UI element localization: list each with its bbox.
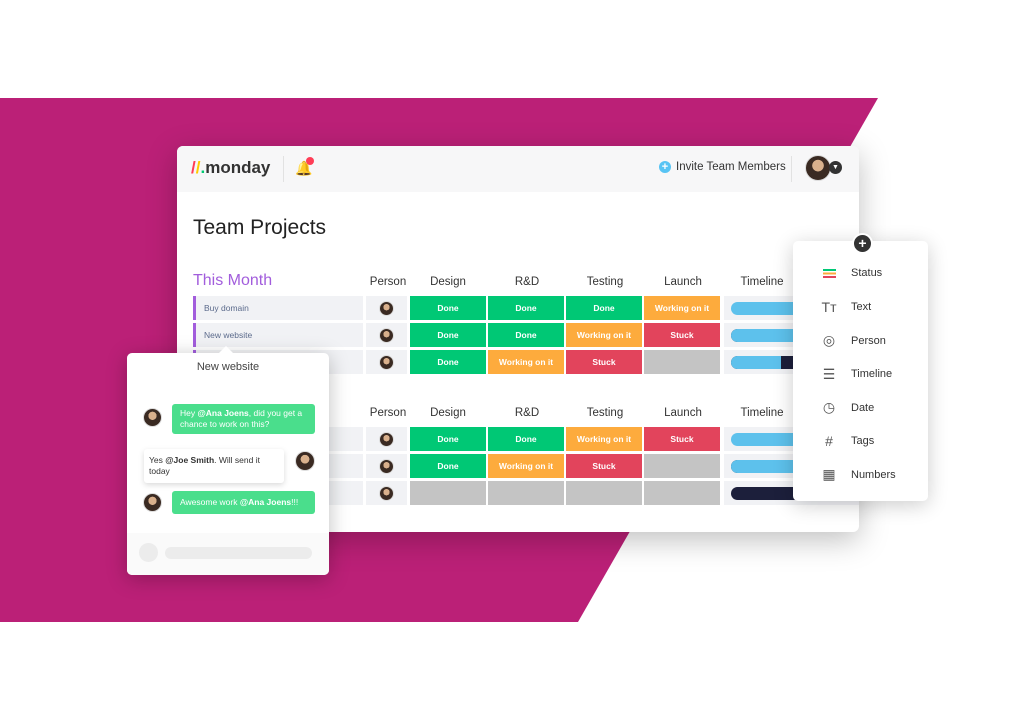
timeline-progress: [731, 459, 803, 473]
menu-item-label: Timeline: [851, 368, 893, 380]
menu-item-person[interactable]: ◎ Person: [821, 332, 886, 349]
menu-item-label: Status: [851, 267, 883, 279]
chat-title: New website: [196, 361, 260, 373]
person-cell[interactable]: [366, 454, 407, 478]
person-cell[interactable]: [366, 481, 407, 505]
avatar: [379, 300, 394, 316]
status-cell[interactable]: Working on it: [644, 296, 720, 320]
status-cell[interactable]: Done: [488, 296, 564, 320]
status-cell[interactable]: Working on it: [566, 427, 642, 451]
status-cell[interactable]: [566, 481, 642, 505]
avatar: [143, 408, 162, 427]
column-header[interactable]: Testing: [567, 407, 643, 419]
timeline-progress: [731, 355, 781, 369]
status-cell[interactable]: Done: [410, 323, 486, 347]
menu-item-label: Person: [851, 334, 886, 347]
status-cell[interactable]: Stuck: [566, 454, 642, 478]
person-cell[interactable]: [366, 350, 407, 374]
avatar: [379, 485, 394, 501]
person-cell[interactable]: [366, 296, 407, 320]
avatar: [295, 451, 315, 471]
menu-item-timeline[interactable]: ☰ Timeline: [821, 366, 892, 383]
person-cell[interactable]: [366, 323, 407, 347]
avatar: [143, 493, 162, 512]
column-header[interactable]: Person: [366, 407, 410, 419]
column-header[interactable]: Design: [410, 276, 486, 288]
page-title: Team Projects: [193, 216, 327, 239]
avatar-placeholder: [139, 543, 158, 562]
status-cell[interactable]: Working on it: [488, 454, 564, 478]
status-cell[interactable]: Done: [488, 323, 564, 347]
top-bar: //.monday 🔔 + Invite Team Members ▼: [177, 146, 859, 192]
chat-popup: New website Hey @Ana Joens, did you get …: [127, 346, 329, 575]
status-cell[interactable]: Working on it: [566, 323, 642, 347]
status-cell[interactable]: Stuck: [644, 323, 720, 347]
numbers-icon: ▦: [822, 466, 836, 482]
chat-message: Awesome work @Ana Joens!!!: [172, 491, 315, 514]
status-cell[interactable]: Done: [410, 427, 486, 451]
plus-icon: +: [659, 161, 671, 173]
item-name[interactable]: Buy domain: [193, 296, 363, 320]
column-header[interactable]: Design: [410, 407, 486, 419]
menu-item-tags[interactable]: # Tags: [821, 433, 874, 449]
add-column-icon[interactable]: +: [852, 233, 873, 254]
date-icon: ◷: [822, 399, 836, 415]
menu-item-date[interactable]: ◷ Date: [821, 399, 874, 416]
status-cell[interactable]: [644, 481, 720, 505]
menu-item-status[interactable]: Status: [821, 265, 882, 281]
item-name[interactable]: New website: [193, 323, 363, 347]
status-cell[interactable]: Stuck: [644, 427, 720, 451]
divider: [283, 156, 284, 182]
column-header[interactable]: Launch: [645, 276, 721, 288]
tags-icon: #: [825, 432, 833, 449]
status-cell[interactable]: [644, 454, 720, 478]
column-header[interactable]: Testing: [567, 276, 643, 288]
user-avatar[interactable]: [805, 155, 831, 181]
status-cell[interactable]: [410, 481, 486, 505]
divider: [791, 156, 792, 182]
avatar: [379, 431, 394, 447]
menu-item-label: Numbers: [851, 468, 896, 481]
avatar: [379, 327, 394, 343]
logo-text: monday: [205, 158, 271, 177]
menu-item-label: Date: [851, 401, 875, 414]
avatar: [379, 354, 394, 370]
status-cell[interactable]: [488, 481, 564, 505]
status-cell[interactable]: Done: [566, 296, 642, 320]
invite-team-members-button[interactable]: + Invite Team Members: [659, 161, 786, 173]
chat-message: Yes @Joe Smith. Will send it today: [144, 449, 284, 483]
column-header[interactable]: R&D: [489, 276, 565, 288]
chevron-down-icon[interactable]: ▼: [829, 161, 842, 174]
column-type-menu: + Status Tт Text ◎ Person ☰ Timeline ◷ Date # Tags…: [793, 233, 928, 501]
column-header[interactable]: Timeline: [724, 407, 800, 419]
column-header[interactable]: Person: [366, 276, 410, 288]
group-title[interactable]: This Month: [193, 272, 272, 290]
status-cell[interactable]: Working on it: [488, 350, 564, 374]
status-cell[interactable]: Done: [410, 350, 486, 374]
chat-message: Hey @Ana Joens, did you get a chance to …: [172, 404, 315, 434]
status-cell[interactable]: Stuck: [566, 350, 642, 374]
text-icon: Tт: [821, 298, 837, 315]
column-header[interactable]: Launch: [645, 407, 721, 419]
menu-item-numbers[interactable]: ▦ Numbers: [821, 466, 896, 483]
avatar: [379, 458, 394, 474]
column-header[interactable]: Timeline: [724, 276, 800, 288]
timeline-icon: ☰: [822, 365, 836, 382]
menu-item-label: Text: [851, 300, 872, 313]
menu-item-text[interactable]: Tт Text: [821, 298, 872, 315]
menu-item-label: Tags: [851, 434, 875, 447]
column-header[interactable]: R&D: [489, 407, 565, 419]
status-icon: [821, 265, 837, 281]
monday-logo[interactable]: //.monday: [191, 158, 270, 178]
message-input[interactable]: [165, 547, 312, 559]
status-cell[interactable]: [644, 350, 720, 374]
status-cell[interactable]: Done: [410, 454, 486, 478]
notification-badge: [306, 157, 314, 165]
status-cell[interactable]: Done: [410, 296, 486, 320]
invite-label: Invite Team Members: [676, 161, 786, 173]
person-cell[interactable]: [366, 427, 407, 451]
person-icon: ◎: [822, 332, 836, 348]
status-cell[interactable]: Done: [488, 427, 564, 451]
